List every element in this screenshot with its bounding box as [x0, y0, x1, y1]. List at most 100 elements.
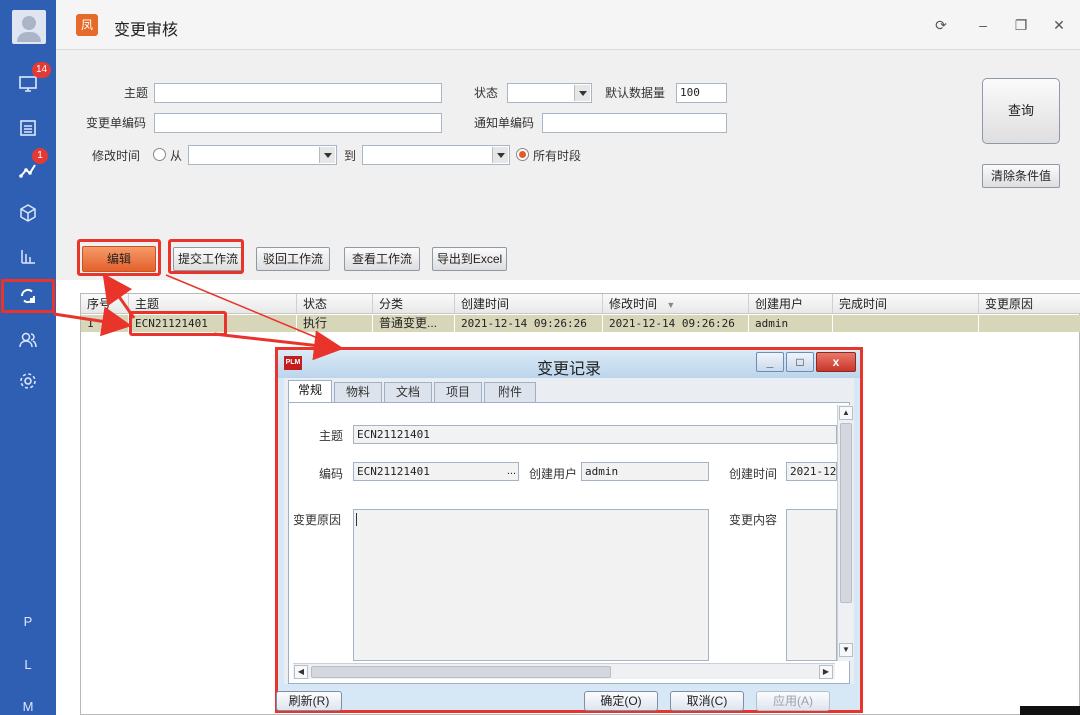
clear-conditions-button[interactable]: 清除条件值: [982, 164, 1060, 188]
sidebar-item-users[interactable]: [0, 322, 56, 358]
dialog-created-label: 创建时间: [729, 467, 778, 481]
sidebar-item-workflow[interactable]: 1: [0, 148, 56, 188]
column-header[interactable]: 分类: [373, 294, 455, 314]
dialog-subject-field[interactable]: ECN21121401: [353, 425, 837, 444]
submit-workflow-button[interactable]: 提交工作流: [173, 247, 243, 271]
scroll-up-icon[interactable]: ▲: [839, 406, 853, 420]
view-workflow-button[interactable]: 查看工作流: [344, 247, 420, 271]
scroll-right-icon[interactable]: ▶: [819, 665, 833, 679]
tab-projects[interactable]: 项目: [434, 382, 482, 402]
bar-report-icon: [21, 250, 35, 264]
dialog-reason-textarea[interactable]: [353, 509, 709, 661]
vertical-scroll-thumb[interactable]: [840, 423, 852, 603]
chevron-down-icon[interactable]: [574, 85, 590, 101]
dialog-apply-button[interactable]: 应用(A): [756, 691, 830, 711]
sidebar-item-products[interactable]: [0, 195, 56, 231]
sidebar-letter-m[interactable]: M: [0, 699, 56, 714]
grid-header: 序号 主题 状态 分类 创建时间 修改时间 ▼ 创建用户 完成时间 变更原因: [81, 294, 1080, 314]
sidebar-item-change-audit[interactable]: [0, 278, 56, 314]
dialog-reason-label: 变更原因: [293, 513, 342, 527]
dialog-code-label: 编码: [319, 467, 344, 481]
dialog-creator-label: 创建用户: [529, 467, 578, 481]
chevron-down-icon[interactable]: [492, 147, 508, 163]
cell-status: 执行: [297, 315, 373, 332]
tab-documents[interactable]: 文档: [384, 382, 432, 402]
dialog-content-textarea[interactable]: [786, 509, 837, 661]
tab-attachments[interactable]: 附件: [484, 382, 536, 402]
sort-desc-icon: ▼: [666, 300, 676, 310]
to-date-select[interactable]: [362, 145, 510, 165]
cell-category: 普通变更...: [373, 315, 455, 332]
sidebar-item-monitor[interactable]: 14: [0, 62, 56, 102]
status-label: 状态: [474, 86, 499, 100]
subject-label: 主题: [124, 86, 149, 100]
column-header[interactable]: 变更原因: [979, 294, 1080, 314]
dialog-maximize-button[interactable]: □: [786, 352, 814, 372]
horizontal-scroll-thumb[interactable]: [311, 666, 611, 678]
minimize-window-button[interactable]: –: [972, 14, 994, 36]
dialog-cancel-button[interactable]: 取消(C): [670, 691, 744, 711]
dialog-body: 常规 物料 文档 项目 附件 主题 ECN21121401 编码 ECN2112…: [284, 378, 854, 684]
edit-button[interactable]: 编辑: [82, 246, 156, 272]
restore-window-button[interactable]: ❐: [1010, 14, 1032, 36]
close-window-button[interactable]: ✕: [1048, 14, 1070, 36]
tab-materials[interactable]: 物料: [334, 382, 382, 402]
dialog-subject-label: 主题: [319, 429, 344, 443]
from-label: 从: [170, 149, 183, 163]
scroll-down-icon[interactable]: ▼: [839, 643, 853, 657]
column-header[interactable]: 序号: [81, 294, 129, 314]
notice-no-input[interactable]: [542, 113, 727, 133]
default-count-input[interactable]: 100: [676, 83, 727, 103]
cell-finished: [833, 315, 979, 332]
notice-no-label: 通知单编码: [474, 116, 535, 130]
text-caret: [356, 513, 357, 526]
dialog-close-button[interactable]: x: [816, 352, 856, 372]
cell-modified: 2021-12-14 09:26:26: [603, 315, 749, 332]
sidebar-letter-l[interactable]: L: [0, 657, 56, 672]
dialog-created-field[interactable]: 2021-12-: [786, 462, 837, 481]
tab-general[interactable]: 常规: [288, 380, 332, 402]
change-no-input[interactable]: [154, 113, 442, 133]
sidebar-item-reports[interactable]: [0, 238, 56, 274]
monitor-icon: [19, 76, 37, 92]
modified-time-label: 修改时间: [92, 149, 141, 163]
subject-input[interactable]: [154, 83, 442, 103]
dialog-creator-field[interactable]: admin: [581, 462, 709, 481]
user-avatar[interactable]: [12, 10, 46, 44]
column-header[interactable]: 创建用户: [749, 294, 833, 314]
scroll-left-icon[interactable]: ◀: [294, 665, 308, 679]
cell-subject[interactable]: ECN21121401: [129, 315, 297, 332]
cell-no: 1: [81, 315, 129, 332]
vertical-scrollbar[interactable]: ▲ ▼: [837, 405, 853, 661]
trend-icon: [19, 164, 36, 178]
query-button[interactable]: 查询: [982, 78, 1060, 144]
column-header-label: 修改时间: [609, 297, 658, 311]
status-select[interactable]: [507, 83, 592, 103]
column-header[interactable]: 创建时间: [455, 294, 603, 314]
browse-button[interactable]: ...: [507, 463, 516, 480]
chart-badge: 1: [32, 148, 48, 164]
export-excel-button[interactable]: 导出到Excel: [432, 247, 507, 271]
horizontal-scrollbar[interactable]: ◀ ▶: [293, 663, 835, 679]
column-header[interactable]: 完成时间: [833, 294, 979, 314]
reject-workflow-button[interactable]: 驳回工作流: [256, 247, 330, 271]
refresh-icon[interactable]: ⟳: [930, 14, 952, 36]
table-row[interactable]: 1 ECN21121401 执行 普通变更... 2021-12-14 09:2…: [81, 315, 1080, 332]
cell-created: 2021-12-14 09:26:26: [455, 315, 603, 332]
change-record-dialog: PLM 变更记录 _ □ x 常规 物料 文档 项目 附件 主题 ECN2112…: [275, 347, 863, 713]
dialog-refresh-button[interactable]: 刷新(R): [276, 691, 342, 711]
dialog-minimize-button[interactable]: _: [756, 352, 784, 372]
column-header[interactable]: 修改时间 ▼: [603, 294, 749, 314]
dialog-ok-button[interactable]: 确定(O): [584, 691, 658, 711]
from-radio[interactable]: [153, 148, 166, 161]
from-date-select[interactable]: [188, 145, 337, 165]
all-time-radio[interactable]: [516, 148, 529, 161]
window-title: 变更审核: [114, 22, 179, 39]
sidebar-letter-p[interactable]: P: [0, 614, 56, 629]
column-header[interactable]: 主题: [129, 294, 297, 314]
sidebar-item-documents[interactable]: [0, 110, 56, 146]
column-header[interactable]: 状态: [297, 294, 373, 314]
chevron-down-icon[interactable]: [319, 147, 335, 163]
dialog-code-field[interactable]: ECN21121401 ...: [353, 462, 519, 481]
sidebar-item-settings[interactable]: [0, 363, 56, 399]
